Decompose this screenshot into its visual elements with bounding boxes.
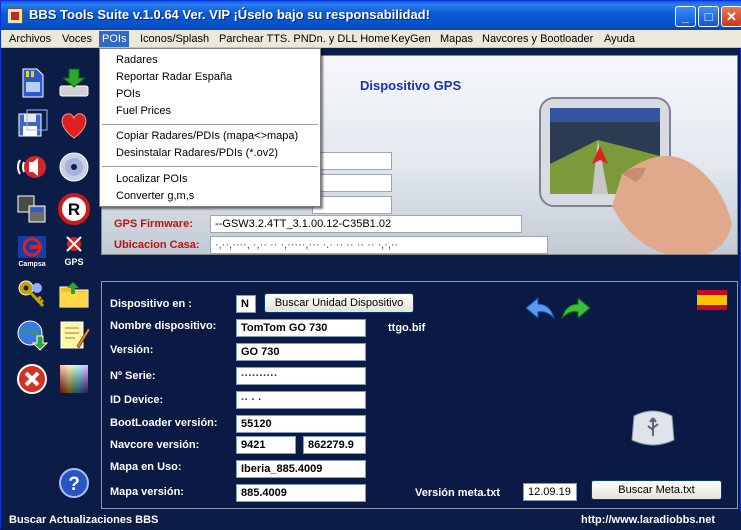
- mapa-version-field[interactable]: 885.4009: [236, 484, 366, 502]
- app-window: BBS Tools Suite v.1.0.64 Ver. VIP ¡Úselo…: [0, 0, 741, 530]
- close-red-icon[interactable]: [15, 362, 49, 396]
- menu-pois[interactable]: POIs: [99, 31, 130, 47]
- keys-icon[interactable]: [15, 278, 49, 312]
- navcore-field-2[interactable]: 862279.9: [303, 436, 366, 454]
- maximize-icon: □: [704, 9, 713, 24]
- title-bar[interactable]: BBS Tools Suite v.1.0.64 Ver. VIP ¡Úselo…: [1, 1, 741, 31]
- undo-redo-arrows-icon[interactable]: [522, 294, 594, 322]
- buscar-meta-button[interactable]: Buscar Meta.txt: [591, 480, 722, 500]
- window-title: BBS Tools Suite v.1.0.64 Ver. VIP ¡Úselo…: [29, 7, 430, 22]
- minimize-button[interactable]: _: [675, 6, 696, 27]
- help-icon[interactable]: ?: [57, 466, 91, 500]
- navcore-label: Navcore versión:: [110, 439, 200, 451]
- ubicacion-casa-field[interactable]: ·,··,····, ·,·· ·· ·,·····,··· ·.· ·· ··…: [210, 236, 548, 254]
- gps-satellite-icon[interactable]: GPS: [57, 234, 91, 268]
- minimize-icon: _: [681, 9, 690, 24]
- navcore-field-1[interactable]: 9421: [236, 436, 296, 454]
- cd-disc-icon[interactable]: [57, 150, 91, 184]
- nombre-dispositivo-field[interactable]: TomTom GO 730: [236, 319, 366, 337]
- menu-ayuda[interactable]: Ayuda: [601, 31, 638, 47]
- menu-separator: [102, 124, 318, 125]
- sd-card-icon[interactable]: [15, 66, 49, 100]
- menu-separator: [102, 166, 318, 167]
- hidden-field-3: [312, 196, 392, 214]
- app-icon: [7, 8, 23, 24]
- status-bar: Buscar Actualizaciones BBS http://www.la…: [1, 511, 741, 530]
- menu-item-fuel-prices[interactable]: Fuel Prices: [116, 105, 171, 117]
- gps-label: GPS: [64, 257, 83, 267]
- id-device-field[interactable]: ·· · ·: [236, 391, 366, 409]
- dispositivo-en-field[interactable]: N: [236, 295, 256, 313]
- campsa-label: Campsa: [18, 261, 45, 268]
- menu-voces[interactable]: Voces: [59, 31, 95, 47]
- menu-mapas[interactable]: Mapas: [437, 31, 476, 47]
- menu-keygen[interactable]: KeyGen: [388, 31, 434, 47]
- gps-firmware-label: GPS Firmware:: [114, 218, 193, 230]
- gps-firmware-field[interactable]: --GSW3.2.4TT_3.1.00.12-C35B1.02: [210, 215, 522, 233]
- heart-icon[interactable]: [57, 108, 91, 142]
- menu-item-localizar-pois[interactable]: Localizar POIs: [116, 173, 188, 185]
- close-icon: ✕: [726, 9, 737, 24]
- menu-iconos-splash[interactable]: Iconos/Splash: [137, 31, 212, 47]
- bootloader-field[interactable]: 55120: [236, 415, 366, 433]
- buscar-unidad-button[interactable]: Buscar Unidad Dispositivo: [264, 293, 414, 313]
- menu-item-pois[interactable]: POIs: [116, 88, 140, 100]
- ubicacion-casa-label: Ubicacion Casa:: [114, 239, 200, 251]
- menu-archivos[interactable]: Archivos: [6, 31, 54, 47]
- bootloader-label: BootLoader versión:: [110, 417, 218, 429]
- speaker-sound-icon[interactable]: [15, 150, 49, 184]
- version-field[interactable]: GO 730: [236, 343, 366, 361]
- meta-version-field[interactable]: 12.09.19: [523, 483, 577, 501]
- svg-text:?: ?: [68, 474, 80, 495]
- menu-navcores-bootloader[interactable]: Navcores y Bootloader: [479, 31, 596, 47]
- buscar-actualizaciones-link[interactable]: Buscar Actualizaciones BBS: [9, 514, 158, 526]
- dispositivo-en-label: Dispositivo en :: [110, 298, 192, 310]
- version-label: Versión:: [110, 344, 154, 356]
- spain-flag-icon[interactable]: [697, 290, 727, 310]
- serie-label: Nº Serie:: [110, 370, 156, 382]
- copy-windows-icon[interactable]: [15, 192, 49, 226]
- folder-icon[interactable]: [57, 278, 91, 312]
- hidden-field-2: [312, 174, 392, 192]
- mapa-uso-field[interactable]: Iberia_885.4009: [236, 460, 366, 478]
- notepad-pencil-icon[interactable]: [57, 318, 91, 352]
- download-drive-icon[interactable]: [57, 66, 91, 100]
- website-link[interactable]: http://www.laradiobbs.net: [581, 514, 715, 526]
- campsa-logo-icon[interactable]: Campsa: [15, 234, 49, 268]
- left-toolbar: R Campsa GPS ?: [9, 56, 97, 506]
- close-button[interactable]: ✕: [721, 6, 741, 27]
- mapa-version-label: Mapa versión:: [110, 486, 184, 498]
- menu-item-radares[interactable]: Radares: [116, 54, 158, 66]
- menu-item-converter-gms[interactable]: Converter g,m,s: [116, 190, 194, 202]
- globe-download-icon[interactable]: [15, 318, 49, 352]
- gps-device-illustration: [539, 97, 732, 254]
- nombre-dispositivo-label: Nombre dispositivo:: [110, 320, 217, 332]
- menu-item-desinstalar-radares[interactable]: Desinstalar Radares/PDIs (*.ov2): [116, 147, 278, 159]
- color-palette-icon[interactable]: [57, 362, 91, 396]
- serie-field[interactable]: ··········: [236, 367, 366, 385]
- meta-version-label: Versión meta.txt: [415, 487, 500, 499]
- device-info-panel: Dispositivo en : N Buscar Unidad Disposi…: [101, 281, 738, 509]
- mapa-uso-label: Mapa en Uso:: [110, 461, 182, 473]
- radar-r-icon[interactable]: R: [57, 192, 91, 226]
- hidden-field-1: [312, 152, 392, 170]
- menu-item-reportar-radar[interactable]: Reportar Radar España: [116, 71, 232, 83]
- menu-item-copiar-radares[interactable]: Copiar Radares/PDIs (mapa<>mapa): [116, 130, 298, 142]
- svg-text:R: R: [68, 200, 80, 219]
- pois-dropdown-menu: Radares Reportar Radar España POIs Fuel …: [99, 48, 321, 207]
- menu-parchear-tts[interactable]: Parchear TTS. PNDn. y DLL Home: [216, 31, 393, 47]
- panel-title: Dispositivo GPS: [360, 78, 462, 93]
- menu-bar: Archivos Voces POIs Iconos/Splash Parche…: [1, 30, 741, 48]
- bif-file-label: ttgo.bif: [388, 322, 426, 334]
- usb-device-icon[interactable]: [628, 406, 678, 450]
- floppy-icon[interactable]: [15, 108, 49, 142]
- id-device-label: ID Device:: [110, 394, 164, 406]
- maximize-button[interactable]: □: [698, 6, 719, 27]
